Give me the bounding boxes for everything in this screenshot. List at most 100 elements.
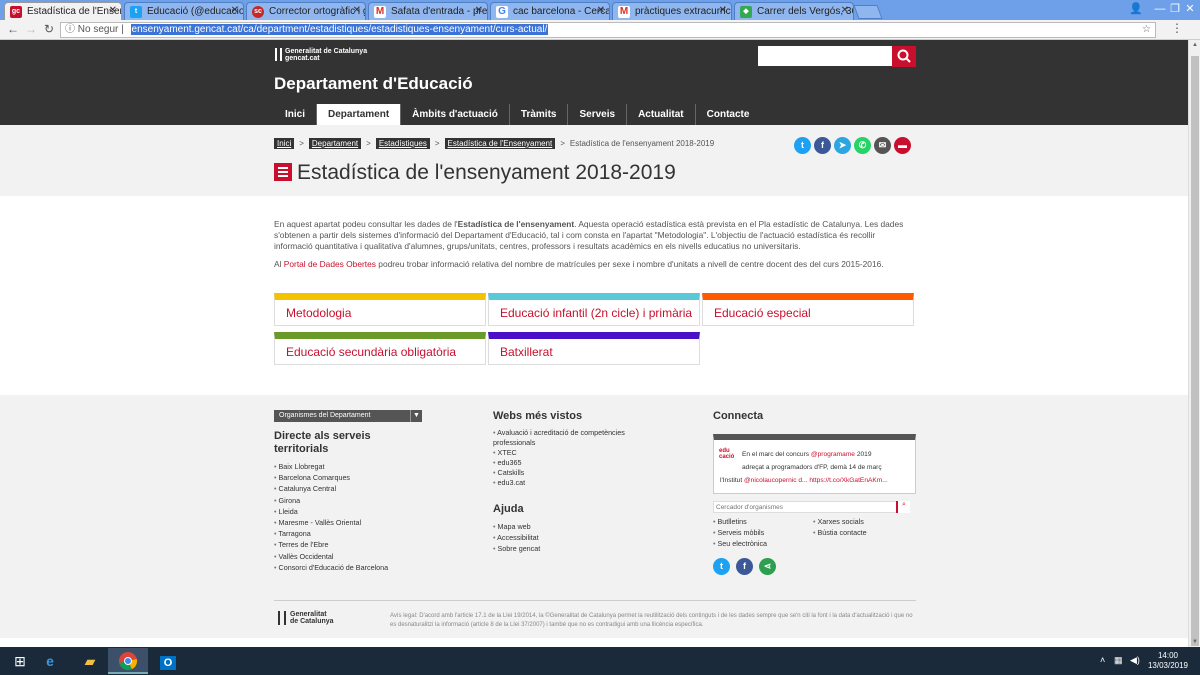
ajuda-list: Mapa web Accessibilitat Sobre gencat: [493, 521, 633, 555]
list-item[interactable]: Catskills: [493, 468, 638, 478]
list-item[interactable]: XTEC: [493, 448, 638, 458]
browser-tab-bar: gcEstadística de l'Ensenyam✕ tEducació (…: [0, 0, 1200, 20]
list-item[interactable]: Baix Llobregat: [274, 461, 474, 472]
list-item[interactable]: Girona: [274, 495, 474, 506]
scrollbar-thumb[interactable]: [1191, 56, 1199, 646]
list-item[interactable]: Vallès Occidental: [274, 551, 474, 562]
whatsapp-icon[interactable]: ✆: [854, 137, 871, 154]
list-item[interactable]: Lleida: [274, 506, 474, 517]
section-menu-icon[interactable]: [274, 163, 292, 181]
portal-dades-obertes-link[interactable]: Portal de Dades Obertes: [284, 259, 376, 269]
search-button[interactable]: [892, 46, 916, 67]
share-icon[interactable]: ⋖: [759, 558, 776, 575]
card-metodologia[interactable]: Metodologia: [274, 293, 486, 326]
twitter-feed-widget[interactable]: edu cació En el marc del concurs @progra…: [713, 434, 916, 494]
list-item[interactable]: Accessibilitat: [493, 532, 633, 543]
footer-gencat-logo[interactable]: Generalitat de Catalunya: [278, 611, 334, 625]
bookmark-star-icon[interactable]: ☆: [1142, 23, 1151, 37]
close-tab-icon[interactable]: ✕: [231, 5, 239, 16]
info-icon[interactable]: ⓘ: [65, 24, 75, 35]
close-tab-icon[interactable]: ✕: [841, 5, 849, 16]
url-text[interactable]: ensenyament.gencat.cat/ca/department/est…: [130, 24, 549, 35]
list-item[interactable]: Consorci d'Educació de Barcelona: [274, 562, 474, 573]
nav-actualitat[interactable]: Actualitat: [627, 104, 696, 125]
list-item[interactable]: edu3.cat: [493, 478, 638, 488]
tab-educacio-twitter[interactable]: tEducació (@educaciocat✕: [124, 2, 244, 20]
breadcrumb-departament[interactable]: Departament: [308, 138, 362, 149]
list-item[interactable]: Tarragona: [274, 528, 474, 539]
tab-practiques[interactable]: Mpràctiques extracurricula✕: [612, 2, 732, 20]
nav-ambits[interactable]: Àmbits d'actuació: [401, 104, 510, 125]
chrome-icon[interactable]: [108, 648, 148, 674]
search-icon[interactable]: ⌕: [896, 501, 910, 513]
nav-inici[interactable]: Inici: [274, 104, 318, 125]
list-item[interactable]: Bústia contacte: [813, 527, 913, 538]
tray-chevron-icon[interactable]: ˄: [1100, 655, 1105, 665]
facebook-icon[interactable]: f: [814, 137, 831, 154]
telegram-icon[interactable]: ➤: [834, 137, 851, 154]
close-tab-icon[interactable]: ✕: [475, 5, 483, 16]
organismes-select[interactable]: Organismes del Departament ▼: [274, 410, 422, 422]
breadcrumb-estadistica-ensenyament[interactable]: Estadística de l'Ensenyament: [444, 138, 556, 149]
list-item[interactable]: Xarxes socials: [813, 516, 913, 527]
list-item[interactable]: Butlletins: [713, 516, 813, 527]
footer-divider: [274, 600, 916, 601]
card-educacio-secundaria[interactable]: Educació secundària obligatòria: [274, 332, 486, 365]
scroll-down-icon[interactable]: ▼: [1189, 639, 1200, 645]
nav-serveis[interactable]: Serveis: [568, 104, 628, 125]
nav-tramits[interactable]: Tràmits: [510, 104, 569, 125]
nav-departament[interactable]: Departament: [317, 104, 402, 125]
close-tab-icon[interactable]: ✕: [353, 5, 361, 16]
outlook-icon[interactable]: O: [148, 648, 188, 674]
tab-safata[interactable]: MSafata d'entrada - prems✕: [368, 2, 488, 20]
print-icon[interactable]: ▬: [894, 137, 911, 154]
gencat-logo[interactable]: Generalitat de Catalunya gencat.cat: [275, 48, 367, 62]
list-item[interactable]: Catalunya Central: [274, 483, 474, 494]
twitter-icon[interactable]: t: [794, 137, 811, 154]
list-item[interactable]: Barcelona Comarques: [274, 472, 474, 483]
card-batxillerat[interactable]: Batxillerat: [488, 332, 700, 365]
tab-estadistica[interactable]: gcEstadística de l'Ensenyam✕: [4, 2, 122, 20]
breadcrumb-inici[interactable]: Inici: [274, 138, 295, 149]
page-scrollbar[interactable]: ▲ ▼: [1188, 40, 1200, 647]
user-icon[interactable]: 👤: [1124, 0, 1148, 18]
menu-kebab-icon[interactable]: ⋮: [1170, 21, 1184, 35]
list-item[interactable]: Maresme - Vallès Oriental: [274, 517, 474, 528]
reload-icon[interactable]: ↻: [42, 22, 56, 36]
volume-icon[interactable]: ◀): [1130, 655, 1140, 666]
url-input[interactable]: ⓘ No segur | ensenyament.gencat.cat/ca/d…: [60, 22, 1156, 38]
close-tab-icon[interactable]: ✕: [719, 5, 727, 16]
tab-maps[interactable]: ◆Carrer dels Vergós, 36, G✕: [734, 2, 854, 20]
forward-icon[interactable]: →: [24, 22, 38, 36]
list-item[interactable]: Mapa web: [493, 521, 633, 532]
list-item[interactable]: Terres de l'Ebre: [274, 539, 474, 550]
file-explorer-icon[interactable]: ▰: [70, 648, 110, 674]
twitter-icon[interactable]: t: [713, 558, 730, 575]
close-tab-icon[interactable]: ✕: [109, 5, 117, 16]
gencat-logo-icon: [278, 611, 286, 625]
facebook-icon[interactable]: f: [736, 558, 753, 575]
tab-cac-barcelona[interactable]: Gcac barcelona - Cerca am✕: [490, 2, 610, 20]
back-icon[interactable]: ←: [6, 22, 20, 36]
email-icon[interactable]: ✉: [874, 137, 891, 154]
search-input[interactable]: [758, 46, 892, 66]
clock[interactable]: 14:00 13/03/2019: [1148, 651, 1188, 671]
tab-corrector[interactable]: scCorrector ortogràfic i gra✕: [246, 2, 366, 20]
card-educacio-infantil-primaria[interactable]: Educació infantil (2n cicle) i primària: [488, 293, 700, 326]
network-icon[interactable]: ▦: [1114, 655, 1123, 666]
close-window-icon[interactable]: ✕: [1178, 0, 1200, 18]
new-tab-button[interactable]: [853, 5, 883, 19]
cercador-organismes-input[interactable]: [713, 501, 909, 513]
list-item[interactable]: Sobre gencat: [493, 543, 633, 554]
nav-contacte[interactable]: Contacte: [696, 104, 761, 125]
breadcrumb-estadistiques[interactable]: Estadístiques: [375, 138, 430, 149]
card-educacio-especial[interactable]: Educació especial: [702, 293, 914, 326]
close-tab-icon[interactable]: ✕: [597, 5, 605, 16]
list-item[interactable]: Serveis mòbils: [713, 527, 813, 538]
list-item[interactable]: Avaluació i acreditació de competències …: [493, 428, 638, 448]
scroll-up-icon[interactable]: ▲: [1189, 42, 1200, 48]
list-item[interactable]: Seu electrònica: [713, 538, 813, 549]
site-title[interactable]: Departament d'Educació: [274, 74, 473, 94]
internet-explorer-icon[interactable]: e: [30, 648, 70, 674]
list-item[interactable]: edu365: [493, 458, 638, 468]
